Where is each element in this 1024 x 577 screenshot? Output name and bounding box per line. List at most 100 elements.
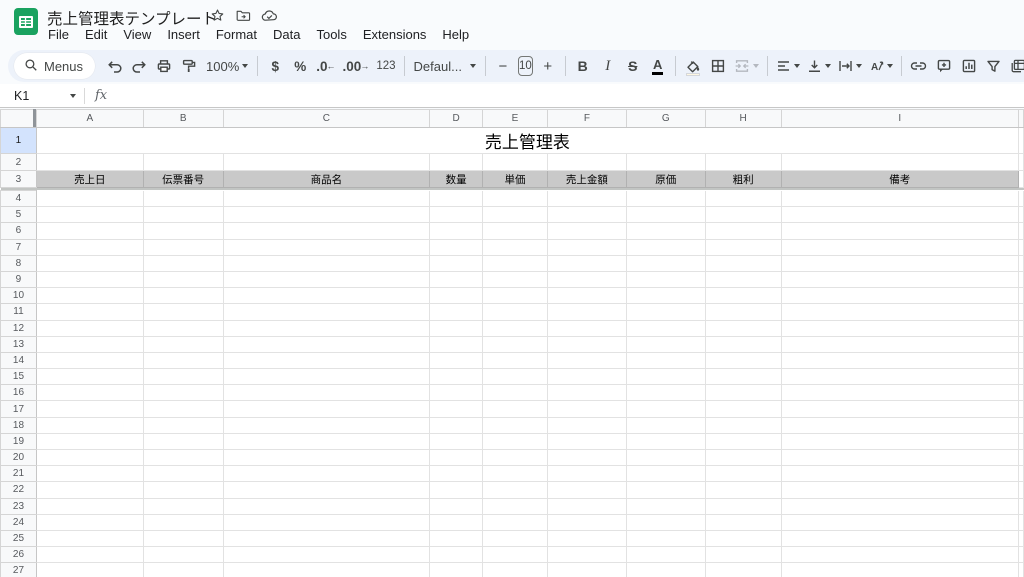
cell-E2[interactable] [483, 154, 548, 171]
cell[interactable] [1018, 207, 1023, 223]
cell-B4[interactable] [143, 191, 223, 207]
cell[interactable] [1018, 304, 1023, 320]
cell-E22[interactable] [483, 482, 548, 498]
cell-F24[interactable] [547, 514, 626, 530]
cell-B16[interactable] [143, 385, 223, 401]
cell-E5[interactable] [483, 207, 548, 223]
table-header-cell-G3[interactable]: 原価 [626, 171, 705, 188]
cell[interactable] [1018, 498, 1023, 514]
cell[interactable] [1018, 239, 1023, 255]
cell-A12[interactable] [36, 320, 143, 336]
row-header-7[interactable]: 7 [1, 239, 37, 255]
cell-F15[interactable] [547, 369, 626, 385]
paint-format-button[interactable] [177, 53, 201, 79]
cell-E20[interactable] [483, 450, 548, 466]
cell-F22[interactable] [547, 482, 626, 498]
cell-B10[interactable] [143, 288, 223, 304]
cell-H19[interactable] [705, 433, 781, 449]
cell-B9[interactable] [143, 271, 223, 287]
menu-file[interactable]: File [40, 25, 77, 45]
row-header-13[interactable]: 13 [1, 336, 37, 352]
cell-B13[interactable] [143, 336, 223, 352]
cell-H13[interactable] [705, 336, 781, 352]
cell-C25[interactable] [223, 530, 430, 546]
cell-C10[interactable] [223, 288, 430, 304]
cell-I17[interactable] [781, 401, 1018, 417]
cell-C16[interactable] [223, 385, 430, 401]
column-header-F[interactable]: F [547, 110, 626, 128]
table-header-cell-D3[interactable]: 数量 [430, 171, 483, 188]
cell-A27[interactable] [36, 563, 143, 577]
cell-G10[interactable] [626, 288, 705, 304]
cell-B27[interactable] [143, 563, 223, 577]
cell-D19[interactable] [430, 433, 483, 449]
cell-A4[interactable] [36, 191, 143, 207]
cell-C17[interactable] [223, 401, 430, 417]
create-filter-button[interactable] [982, 53, 1006, 79]
cell-B7[interactable] [143, 239, 223, 255]
cell-E16[interactable] [483, 385, 548, 401]
cell-B19[interactable] [143, 433, 223, 449]
cell-A11[interactable] [36, 304, 143, 320]
cell-D26[interactable] [430, 547, 483, 563]
cell-A7[interactable] [36, 239, 143, 255]
cell-E23[interactable] [483, 498, 548, 514]
row-header-25[interactable]: 25 [1, 530, 37, 546]
text-wrap-button[interactable] [835, 53, 865, 79]
row-header-22[interactable]: 22 [1, 482, 37, 498]
cell-C23[interactable] [223, 498, 430, 514]
cell[interactable] [1018, 352, 1023, 368]
cell-I9[interactable] [781, 271, 1018, 287]
cloud-saved-icon[interactable] [261, 8, 278, 23]
row-header-5[interactable]: 5 [1, 207, 37, 223]
cell-A13[interactable] [36, 336, 143, 352]
table-views-button[interactable] [1007, 53, 1024, 79]
cell-G7[interactable] [626, 239, 705, 255]
cell-C8[interactable] [223, 255, 430, 271]
cell-D22[interactable] [430, 482, 483, 498]
cell-I20[interactable] [781, 450, 1018, 466]
italic-button[interactable]: I [596, 53, 620, 79]
cell[interactable] [1018, 482, 1023, 498]
cell-F19[interactable] [547, 433, 626, 449]
cell-A17[interactable] [36, 401, 143, 417]
cell-H20[interactable] [705, 450, 781, 466]
undo-button[interactable] [102, 53, 126, 79]
cell-B22[interactable] [143, 482, 223, 498]
cell-D14[interactable] [430, 352, 483, 368]
cell-C24[interactable] [223, 514, 430, 530]
cell-G24[interactable] [626, 514, 705, 530]
cell-H5[interactable] [705, 207, 781, 223]
cell[interactable] [1018, 171, 1023, 188]
cell-E14[interactable] [483, 352, 548, 368]
cell-E27[interactable] [483, 563, 548, 577]
row-header-8[interactable]: 8 [1, 255, 37, 271]
cell-E17[interactable] [483, 401, 548, 417]
menus-search-button[interactable]: Menus [14, 53, 95, 79]
cell-C6[interactable] [223, 223, 430, 239]
zoom-dropdown[interactable]: 100% [202, 53, 252, 79]
cell-G11[interactable] [626, 304, 705, 320]
row-header-20[interactable]: 20 [1, 450, 37, 466]
text-color-button[interactable]: A [646, 53, 670, 79]
menu-edit[interactable]: Edit [77, 25, 115, 45]
cell-A19[interactable] [36, 433, 143, 449]
cell-B15[interactable] [143, 369, 223, 385]
cell-I16[interactable] [781, 385, 1018, 401]
cell-I8[interactable] [781, 255, 1018, 271]
cell-A18[interactable] [36, 417, 143, 433]
cell-D23[interactable] [430, 498, 483, 514]
cell-G13[interactable] [626, 336, 705, 352]
name-box[interactable]: K1 [0, 89, 84, 103]
cell-C2[interactable] [223, 154, 430, 171]
cell-A16[interactable] [36, 385, 143, 401]
row-header-21[interactable]: 21 [1, 466, 37, 482]
table-header-cell-H3[interactable]: 粗利 [705, 171, 781, 188]
row-header-24[interactable]: 24 [1, 514, 37, 530]
cell-I18[interactable] [781, 417, 1018, 433]
cell[interactable] [1018, 223, 1023, 239]
cell-I10[interactable] [781, 288, 1018, 304]
cell-F27[interactable] [547, 563, 626, 577]
cell[interactable] [1018, 450, 1023, 466]
cell-A20[interactable] [36, 450, 143, 466]
